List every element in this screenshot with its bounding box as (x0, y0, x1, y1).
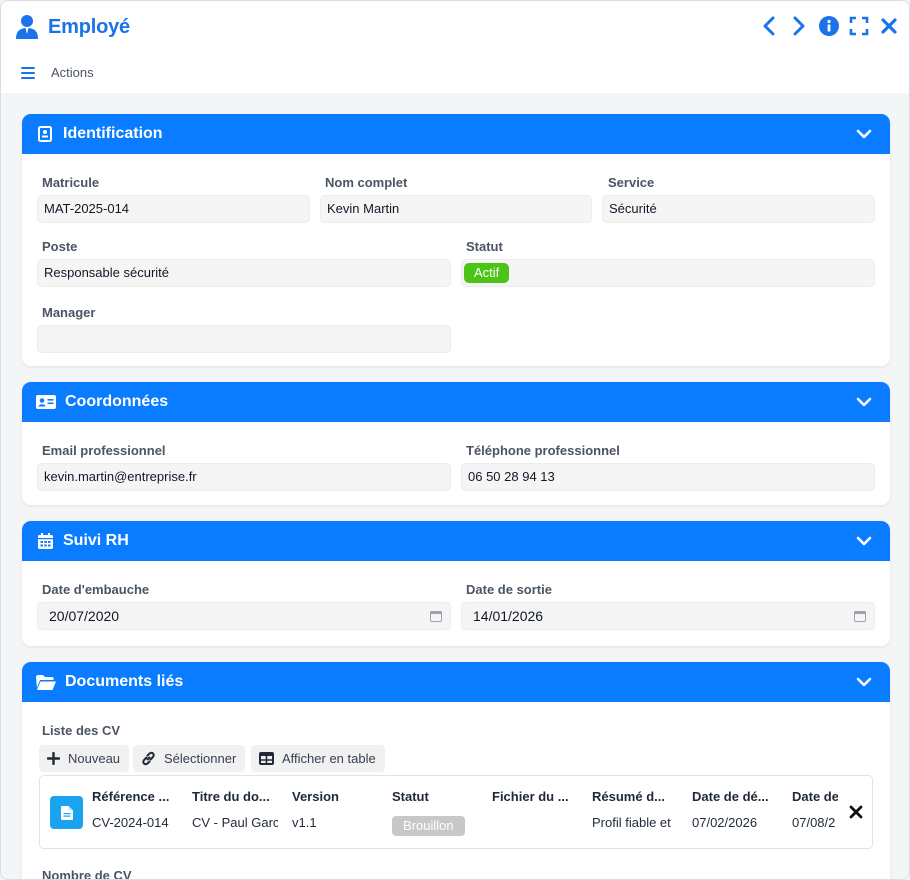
email-field[interactable]: kevin.martin@entreprise.fr (37, 463, 451, 491)
statut-field[interactable]: Actif (461, 259, 875, 287)
cv-status-badge: Brouillon (392, 816, 465, 836)
column-header: Fichier du ... (492, 789, 569, 804)
section-title: Documents liés (65, 673, 184, 690)
info-button[interactable] (819, 14, 839, 38)
documents-header[interactable]: Documents liés (22, 662, 890, 702)
fullscreen-icon (849, 16, 869, 36)
cv-record-card[interactable]: Référence ... Titre du do... Version Sta… (39, 775, 873, 849)
cv-summary: Profil fiable et (592, 815, 671, 830)
date-embauche-field[interactable]: 20/07/2020 (37, 602, 451, 630)
close-button[interactable] (879, 14, 899, 38)
new-button[interactable]: Nouveau (39, 745, 130, 772)
cv-end-date: 07/08/2 (792, 815, 836, 830)
info-icon (819, 16, 839, 36)
nom-field[interactable]: Kevin Martin (320, 195, 592, 223)
chevron-down-icon[interactable] (856, 395, 872, 409)
cv-version: v1.1 (292, 815, 317, 830)
remove-icon[interactable] (848, 803, 864, 821)
table-view-button[interactable]: Afficher en table (251, 745, 385, 772)
calendar-picker-icon[interactable] (430, 610, 442, 622)
cv-reference: CV-2024-014 (92, 815, 169, 830)
address-card-icon (36, 393, 56, 411)
telephone-label: Téléphone professionnel (466, 443, 620, 458)
cv-start-date: 07/02/2026 (692, 815, 758, 830)
plus-icon (47, 752, 60, 765)
hamburger-menu-icon (21, 66, 35, 79)
nom-label: Nom complet (325, 175, 408, 190)
chevron-left-icon (763, 16, 775, 36)
date-embauche-label: Date d'embauche (42, 582, 150, 597)
user-icon (16, 15, 38, 39)
matricule-field[interactable]: MAT-2025-014 (37, 195, 310, 223)
email-label: Email professionnel (42, 443, 166, 458)
chevron-down-icon[interactable] (856, 127, 872, 141)
fullscreen-button[interactable] (849, 14, 869, 38)
section-title: Coordonnées (65, 393, 169, 410)
window-header: Employé Actions (1, 1, 909, 93)
cv-list-label: Liste des CV (42, 723, 121, 738)
link-icon (142, 751, 155, 766)
actions-menu[interactable]: Actions (21, 65, 94, 80)
cv-title: CV - Paul Garc (192, 815, 278, 830)
calendar-picker-icon[interactable] (854, 610, 866, 622)
identification-section: Identification Matricule MAT-2025-014 No… (22, 114, 890, 366)
statut-label: Statut (466, 239, 503, 254)
date-sortie-field[interactable]: 14/01/2026 (461, 602, 875, 630)
manager-label: Manager (42, 305, 96, 320)
telephone-field[interactable]: 06 50 28 94 13 (461, 463, 875, 491)
date-sortie-label: Date de sortie (466, 582, 552, 597)
previous-button[interactable] (759, 14, 779, 38)
column-header: Date de dé... (692, 789, 769, 804)
close-icon (881, 18, 897, 34)
table-icon (259, 752, 274, 765)
page-title: Employé (48, 15, 130, 38)
date-sortie-value: 14/01/2026 (473, 608, 544, 624)
folder-open-icon (36, 673, 56, 691)
document-file-icon (50, 796, 83, 829)
poste-label: Poste (42, 239, 78, 254)
manager-field[interactable] (37, 325, 451, 353)
service-label: Service (608, 175, 655, 190)
select-button-label: Sélectionner (164, 751, 237, 766)
matricule-label: Matricule (42, 175, 100, 190)
cv-count-label: Nombre de CV (42, 868, 132, 880)
column-header: Date de (792, 789, 838, 804)
actions-label: Actions (51, 65, 94, 80)
table-view-button-label: Afficher en table (282, 751, 376, 766)
status-badge: Actif (464, 263, 510, 283)
chevron-down-icon[interactable] (856, 675, 872, 689)
chevron-down-icon[interactable] (856, 534, 872, 548)
column-header: Titre du do... (192, 789, 270, 804)
calendar-icon (36, 532, 54, 550)
section-title: Suivi RH (63, 532, 129, 549)
new-button-label: Nouveau (68, 751, 121, 766)
coordonnees-header[interactable]: Coordonnées (22, 382, 890, 422)
column-header: Statut (392, 789, 429, 804)
suivi-rh-header[interactable]: Suivi RH (22, 521, 890, 561)
suivi-rh-section: Suivi RH Date d'embauche 20/07/2020 Date… (22, 521, 890, 646)
column-header: Référence ... (92, 789, 170, 804)
chevron-right-icon (793, 16, 805, 36)
date-embauche-value: 20/07/2020 (49, 608, 120, 624)
column-header: Résumé d... (592, 789, 665, 804)
title-row: Employé (15, 12, 130, 42)
coordonnees-section: Coordonnées Email professionnel kevin.ma… (22, 382, 890, 505)
window-controls (759, 14, 899, 38)
section-title: Identification (63, 125, 163, 142)
column-header: Version (292, 789, 339, 804)
poste-field[interactable]: Responsable sécurité (37, 259, 451, 287)
employee-window: Employé Actions Identification Matricule… (0, 0, 910, 880)
identification-header[interactable]: Identification (22, 114, 890, 154)
contact-card-icon (36, 125, 54, 143)
service-field[interactable]: Sécurité (602, 195, 875, 223)
next-button[interactable] (789, 14, 809, 38)
select-button[interactable]: Sélectionner (133, 745, 246, 772)
